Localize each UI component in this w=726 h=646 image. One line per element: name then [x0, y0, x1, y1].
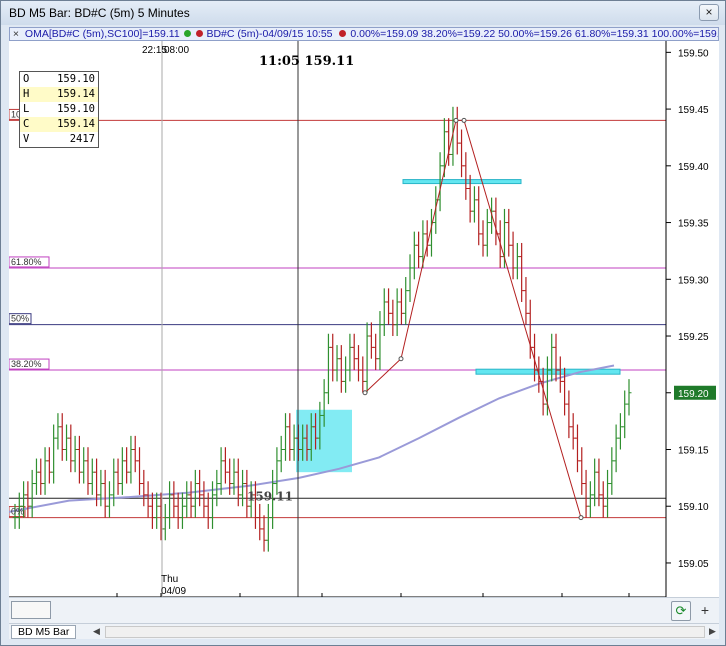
bar-layer — [12, 106, 632, 552]
refresh-icon[interactable]: ⟳ — [671, 601, 691, 621]
current-price-label: 159.20 — [678, 389, 709, 400]
indicator-legend-bar[interactable]: × OMA[BD#C (5m),SC100]=159.11 BD#C (5m)-… — [9, 27, 719, 41]
cursor-price-tag: 159.11 — [247, 490, 293, 504]
zigzag-point — [578, 515, 584, 521]
fib-label: 50% — [11, 314, 29, 324]
price-chart[interactable]: 159.50 159.45 159.40 159.35 159.30 159.25 159.… — [9, 41, 719, 597]
ohlc-data-box: O 159.10 H 159.14 L 159.10 C 159.14 V 2417 — [19, 71, 99, 148]
fib-label: 0% — [11, 507, 24, 517]
close-button[interactable]: × — [699, 4, 719, 21]
day-label: Thu — [161, 574, 178, 585]
highlight-bar-upper — [402, 179, 522, 185]
axis-layer — [9, 41, 671, 597]
fib-label: 61.80% — [11, 257, 42, 267]
scroll-right-icon[interactable]: ▶ — [709, 626, 716, 637]
chart-canvas[interactable]: 159.50 159.45 159.40 159.35 159.30 159.25 159.… — [9, 41, 719, 597]
window-title: BD M5 Bar: BD#C (5m) 5 Minutes — [9, 6, 190, 20]
price-tick-label: 159.40 — [678, 162, 709, 173]
cursor-big-readout: 11:05 159.11 — [259, 54, 354, 69]
red-dot-icon — [195, 30, 203, 37]
price-tick-label: 159.45 — [678, 105, 709, 116]
price-tick-label: 159.30 — [678, 275, 709, 286]
price-tick-label: 159.15 — [678, 445, 709, 456]
fib-label: 38.20% — [11, 359, 42, 369]
zigzag-point — [453, 117, 459, 123]
legend-ma-text: OMA[BD#C (5m),SC100]=159.11 — [24, 28, 180, 40]
title-bar[interactable]: BD M5 Bar: BD#C (5m) 5 Minutes × — [1, 1, 725, 25]
green-dot-icon — [183, 30, 191, 37]
ohlc-close: C 159.14 — [20, 117, 98, 132]
price-tick-label: 159.25 — [678, 332, 709, 343]
fib-dot-icon — [339, 30, 347, 37]
price-tick-label: 159.50 — [678, 48, 709, 59]
price-tick-label: 159.35 — [678, 219, 709, 230]
ohlc-volume: V 2417 — [23, 133, 95, 145]
zigzag-point — [461, 117, 467, 123]
tab-bar: BD M5 Bar ◀ ▶ — [9, 623, 719, 639]
ohlc-open: O 159.10 — [23, 73, 95, 85]
scroll-box[interactable] — [11, 601, 51, 619]
legend-fib-text: 0.00%=159.09 38.20%=159.22 50.00%=159.26… — [350, 28, 719, 40]
zigzag-point — [398, 356, 404, 362]
ohlc-high: H 159.14 — [20, 87, 98, 102]
legend-bd-text: BD#C (5m)-04/09/15 10:55 — [206, 28, 333, 40]
tab-bd-m5-bar[interactable]: BD M5 Bar — [11, 625, 77, 639]
scroll-left-icon[interactable]: ◀ — [93, 626, 100, 637]
add-icon[interactable]: + — [695, 601, 715, 621]
ohlc-low: L 159.10 — [23, 103, 95, 115]
zigzag-point — [362, 390, 368, 396]
legend-close-icon[interactable]: × — [10, 28, 22, 40]
price-tick-label: 159.05 — [678, 559, 709, 570]
price-tick-label: 159.10 — [678, 502, 709, 513]
chart-footer-bar: ⟳ + — [9, 597, 719, 623]
cursor-date-readout: 08:00 — [164, 45, 189, 56]
highlight-layer — [296, 179, 621, 473]
horizontal-scrollbar[interactable] — [105, 626, 705, 638]
day-date-label: 04/09 — [161, 586, 186, 597]
text-layer: 159.50 159.45 159.40 159.35 159.30 159.25 159.… — [11, 45, 716, 597]
zigzag-layer — [362, 117, 584, 521]
chart-window: BD M5 Bar: BD#C (5m) 5 Minutes × × OMA[B… — [0, 0, 726, 646]
